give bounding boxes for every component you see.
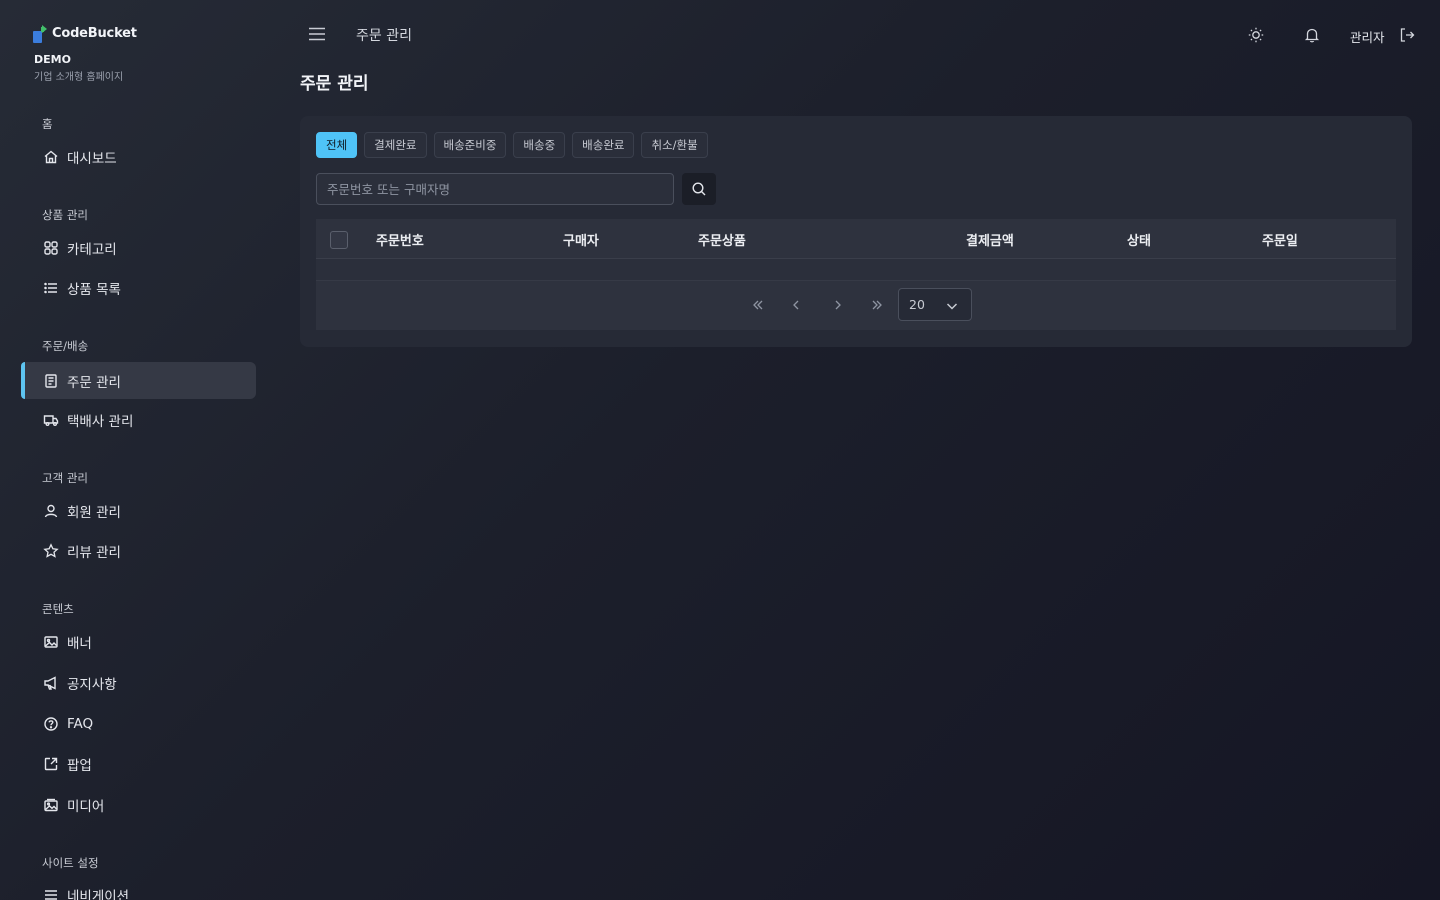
receipt-icon [45,373,57,388]
page-size-select[interactable]: 20 [898,288,972,321]
sidebar: CodeBucket DEMO 기업 소개형 홈페이지 홈 대시보드 상품 관리… [0,0,276,900]
sidebar-item-label: 배너 [67,635,92,652]
column-header-status[interactable]: 상태 [1127,230,1151,249]
sidebar-item-dashboard[interactable]: 대시보드 [21,138,256,175]
column-header-products[interactable]: 주문상품 [698,230,746,249]
sidebar-item-label: 네비게이션 [67,888,130,900]
pagination: 20 [316,281,1396,330]
column-header-amount[interactable]: 결제금액 [966,230,1014,249]
select-all-checkbox[interactable] [330,231,348,249]
section-title-products: 상품 관리 [42,208,88,222]
search-input[interactable] [316,173,674,205]
sidebar-item-order-management[interactable]: 주문 관리 [21,362,256,399]
first-page-button[interactable] [748,295,768,315]
section-title-content: 콘텐츠 [42,602,74,616]
sidebar-item-media[interactable]: 미디어 [21,786,256,823]
next-page-button[interactable] [828,295,848,315]
sidebar-item-courier[interactable]: 택배사 관리 [21,401,256,438]
sidebar-item-members[interactable]: 회원 관리 [21,492,256,529]
filter-tab-preparing[interactable]: 배송준비중 [433,132,507,158]
brand[interactable]: CodeBucket DEMO 기업 소개형 홈페이지 [33,24,137,83]
page-size-value: 20 [909,297,925,312]
user-icon [44,504,58,517]
breadcrumb-title: 주문 관리 [356,28,412,44]
media-icon [44,798,58,811]
brand-logo: CodeBucket [33,24,137,43]
codebucket-logo-icon [33,25,47,43]
page-title: 주문 관리 [300,74,369,94]
sidebar-item-product-list[interactable]: 상품 목록 [21,269,256,306]
popup-icon [44,757,58,770]
section-title-site-settings: 사이트 설정 [42,856,99,870]
column-header-order-number[interactable]: 주문번호 [376,230,424,249]
logout-icon[interactable] [1398,26,1416,44]
sidebar-item-label: 상품 목록 [67,281,121,298]
sidebar-item-label: 대시보드 [67,150,117,167]
menu-icon [45,889,57,900]
sidebar-item-banner[interactable]: 배너 [21,623,256,660]
search-icon [692,182,706,196]
section-title-home: 홈 [42,117,53,131]
star-icon [43,542,59,558]
sidebar-item-faq[interactable]: FAQ [21,705,256,742]
chevrons-right-icon [872,300,882,310]
brand-subtitle: 기업 소개형 홈페이지 [34,72,124,83]
chevron-left-icon [793,300,799,310]
column-header-buyer[interactable]: 구매자 [563,230,599,249]
table-empty-row [316,259,1396,281]
section-title-orders: 주문/배송 [42,339,89,353]
sidebar-item-label: 주문 관리 [67,374,121,391]
user-name[interactable]: 관리자 [1350,27,1385,46]
sidebar-item-label: 공지사항 [67,676,117,693]
sidebar-item-label: FAQ [67,715,94,732]
last-page-button[interactable] [867,295,887,315]
filter-tab-delivered[interactable]: 배송완료 [572,132,635,158]
section-title-customers: 고객 관리 [42,471,88,485]
prev-page-button[interactable] [786,295,806,315]
sidebar-item-label: 카테고리 [67,241,117,258]
sidebar-item-navigation[interactable]: 네비게이션 [21,876,256,900]
search-button[interactable] [682,173,716,205]
list-icon [44,282,57,293]
grid-icon [44,240,58,255]
help-circle-icon [44,716,58,731]
sidebar-item-label: 팝업 [67,757,92,774]
column-header-order-date[interactable]: 주문일 [1262,230,1298,249]
image-icon [44,635,58,648]
sidebar-item-label: 미디어 [67,798,105,815]
brand-demo-label: DEMO [34,53,71,66]
sidebar-item-notices[interactable]: 공지사항 [21,664,256,701]
table-header: 주문번호 구매자 주문상품 결제금액 상태 주문일 [316,219,1396,259]
sidebar-item-reviews[interactable]: 리뷰 관리 [21,532,256,569]
chevron-down-icon [946,303,958,310]
status-filter-tabs: 전체 결제완료 배송준비중 배송중 배송완료 취소/환불 [316,132,708,158]
sidebar-item-label: 회원 관리 [67,504,121,521]
filter-tab-all[interactable]: 전체 [316,132,358,158]
sidebar-item-popup[interactable]: 팝업 [21,745,256,782]
megaphone-icon [44,675,56,690]
chevron-right-icon [835,300,841,310]
notification-bell-icon[interactable] [1303,26,1321,44]
truck-icon [43,414,59,426]
sidebar-item-label: 택배사 관리 [67,413,134,430]
sidebar-item-category[interactable]: 카테고리 [21,229,256,266]
orders-card: 전체 결제완료 배송준비중 배송중 배송완료 취소/환불 주문번호 구매자 주문… [300,116,1412,347]
filter-tab-shipping[interactable]: 배송중 [513,132,566,158]
chevrons-left-icon [753,300,763,310]
filter-tab-paid[interactable]: 결제완료 [364,132,427,158]
home-icon [44,150,58,163]
filter-tab-cancelled[interactable]: 취소/환불 [641,132,708,158]
hamburger-menu-icon[interactable] [307,24,327,44]
sidebar-item-label: 리뷰 관리 [67,544,121,561]
theme-toggle-sun-icon[interactable] [1247,26,1265,44]
brand-name: CodeBucket [52,26,137,41]
